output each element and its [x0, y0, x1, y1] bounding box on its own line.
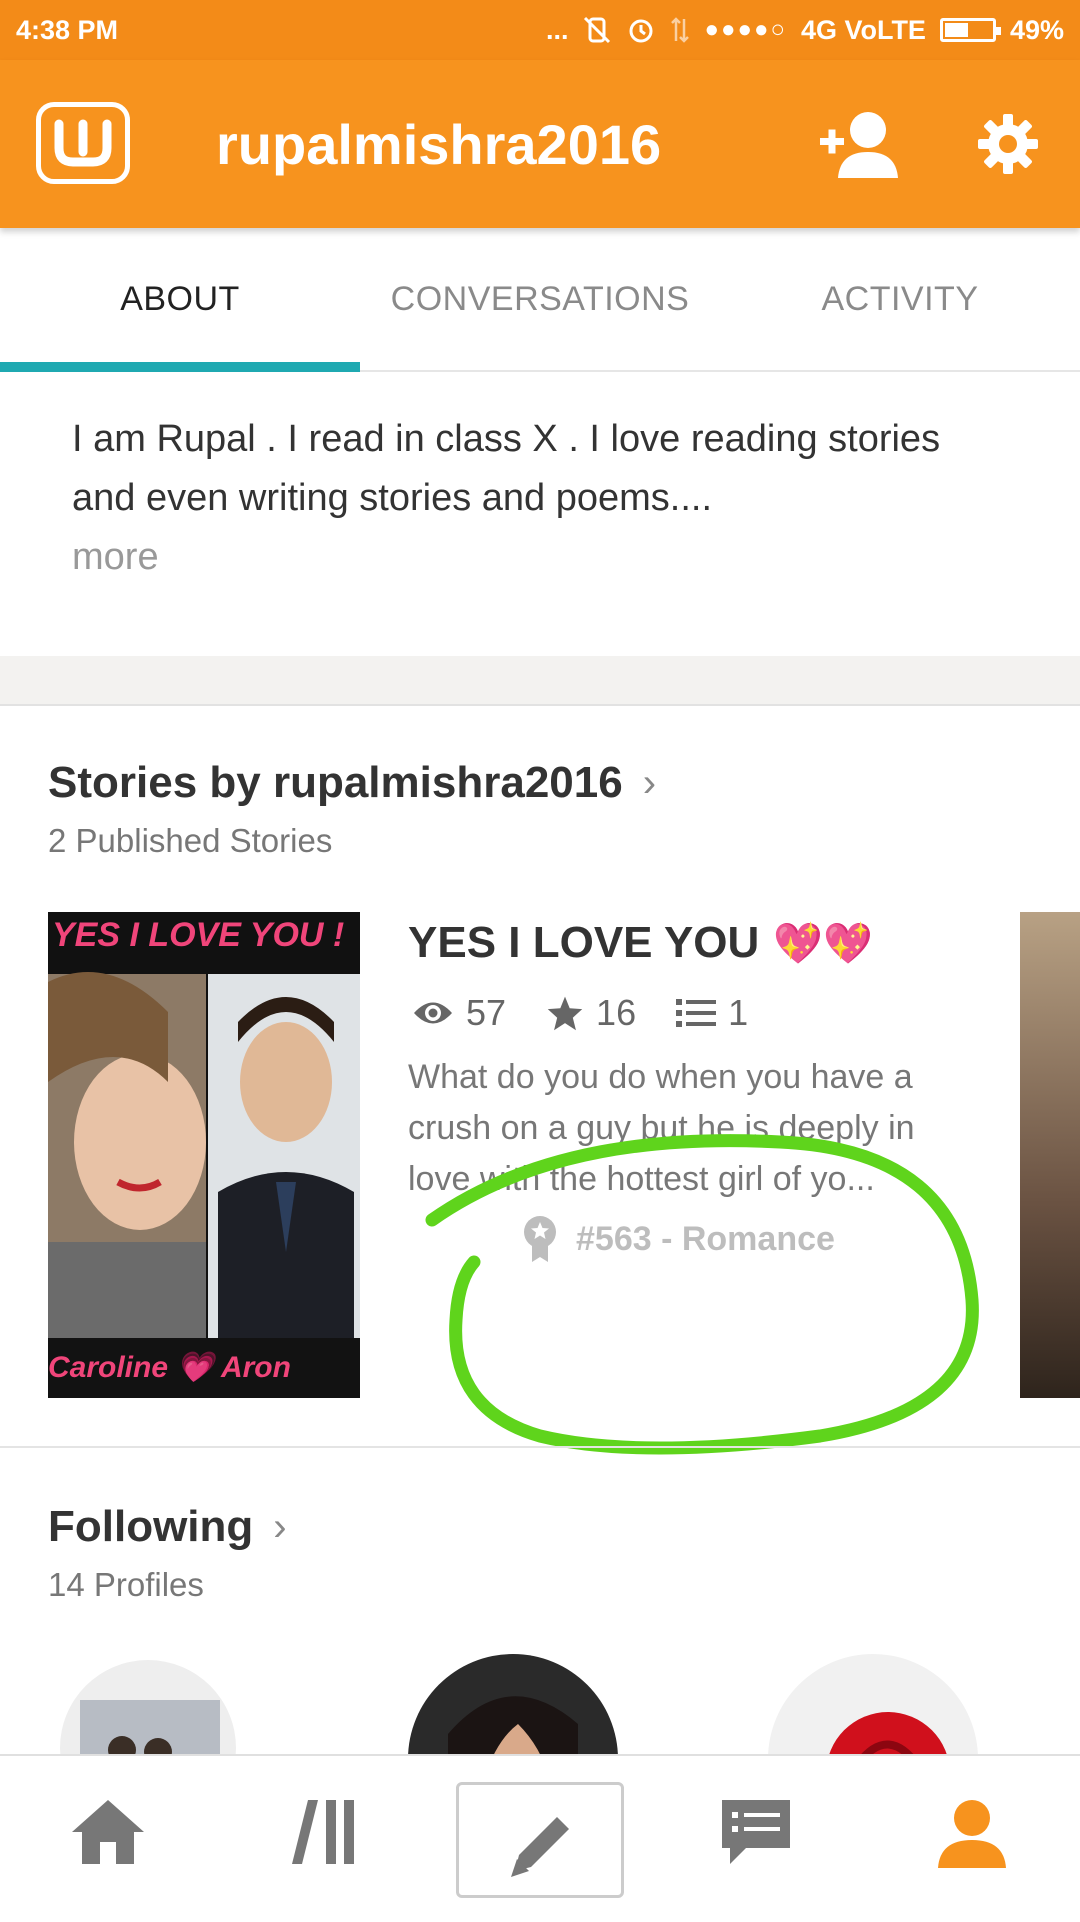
rank-text: #563 - Romance	[576, 1219, 835, 1258]
reads-count: 57	[466, 992, 507, 1033]
status-time: 4:38 PM	[16, 14, 119, 45]
stories-section-title: Stories by rupalmishra2016	[48, 758, 623, 807]
write-button[interactable]	[456, 1782, 624, 1898]
messages-icon[interactable]	[718, 1796, 794, 1868]
profile-tabs: ABOUT CONVERSATIONS ACTIVITY	[0, 228, 1080, 372]
following-section-header[interactable]: Following ›	[48, 1502, 287, 1552]
app-bar: rupalmishra2016	[0, 60, 1080, 228]
more-link[interactable]: more	[72, 536, 159, 578]
next-story-cover[interactable]	[1020, 912, 1080, 1398]
star-icon	[547, 996, 583, 1031]
wattpad-logo[interactable]	[36, 102, 130, 184]
active-tab-indicator	[0, 362, 360, 372]
story-title-emoji: 💖💖	[773, 921, 873, 966]
profile-icon[interactable]	[934, 1796, 1010, 1872]
battery-percent: 49%	[1009, 14, 1064, 45]
data-arrows-icon	[671, 17, 690, 43]
chevron-right-icon: ›	[642, 760, 657, 805]
about-description: I am Rupal . I read in class X . I love …	[72, 410, 952, 587]
section-divider	[0, 656, 1080, 706]
stories-section-header[interactable]: Stories by rupalmishra2016 ›	[48, 758, 656, 808]
following-section-title: Following	[48, 1502, 254, 1551]
cover-names-text: Caroline 💗 Aron	[48, 1351, 291, 1384]
following-count: 14 Profiles	[48, 1566, 204, 1603]
library-icon[interactable]	[290, 1796, 360, 1866]
votes-count: 16	[596, 992, 637, 1033]
chevron-right-icon: ›	[273, 1504, 287, 1549]
story-cover-art	[48, 912, 360, 1398]
bottom-navigation	[0, 1754, 1080, 1922]
story-stats: 57 16 1	[412, 992, 748, 1034]
tab-activity[interactable]: ACTIVITY	[720, 228, 1080, 370]
list-icon	[676, 999, 717, 1027]
battery-icon	[939, 18, 1001, 42]
story-title: YES I LOVE YOU	[408, 918, 760, 967]
story-title-row[interactable]: YES I LOVE YOU 💖💖	[408, 918, 873, 968]
tab-conversations[interactable]: CONVERSATIONS	[360, 228, 720, 370]
ribbon-badge-icon	[524, 1216, 556, 1262]
vibrate-off-icon	[584, 16, 611, 44]
story-description: What do you do when you have a crush on …	[408, 1058, 915, 1198]
settings-icon[interactable]	[976, 112, 1040, 176]
cover-title-text: YES I LOVE YOU !	[52, 916, 345, 954]
page-title: rupalmishra2016	[216, 113, 662, 176]
wattpad-logo-icon	[54, 119, 112, 167]
stories-count: 2 Published Stories	[48, 822, 333, 859]
alarm-icon	[629, 19, 653, 43]
status-dots: ...	[545, 14, 569, 45]
status-bar: 4:38 PM ... ●●●●○ 4G VoLTE 49%	[0, 0, 1080, 60]
story-rank[interactable]: #563 - Romance	[520, 1214, 835, 1264]
parts-count: 1	[728, 992, 749, 1033]
signal-strength: ●●●●○	[704, 16, 787, 43]
write-icon	[511, 1817, 569, 1877]
home-icon[interactable]	[70, 1796, 146, 1866]
add-friend-icon[interactable]	[818, 108, 902, 184]
section-separator	[0, 1446, 1080, 1448]
tab-about[interactable]: ABOUT	[0, 228, 360, 370]
eye-icon	[414, 1002, 452, 1024]
about-text: I am Rupal . I read in class X . I love …	[72, 418, 941, 519]
network-type: 4G VoLTE	[800, 14, 926, 45]
story-cover[interactable]: YES I LOVE YOU ! Caroline 💗 Aron	[48, 912, 360, 1398]
